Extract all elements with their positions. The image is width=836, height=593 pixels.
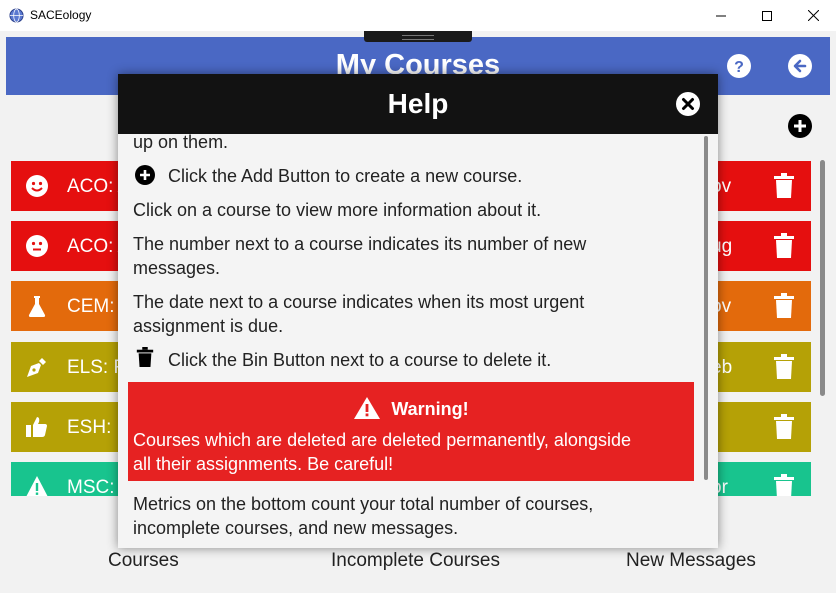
smile-icon: [26, 175, 48, 197]
warning-text: Courses which are deleted are deleted pe…: [133, 428, 688, 476]
bin-icon[interactable]: [773, 414, 795, 440]
warning-title: Warning!: [128, 396, 694, 420]
warning-title-text: Warning!: [391, 399, 469, 419]
course-label: MSC:: [67, 477, 115, 496]
help-text: messages.: [133, 258, 221, 278]
close-help-button[interactable]: [676, 92, 700, 116]
bin-icon[interactable]: [773, 173, 795, 199]
help-text: The number next to a course indicates it…: [133, 234, 587, 254]
bin-icon: [136, 347, 154, 367]
warning-icon: [26, 476, 48, 496]
flask-icon: [28, 296, 46, 317]
help-body[interactable]: up on them. Click the Add Button to crea…: [118, 134, 718, 548]
thumbs-up-icon: [26, 417, 47, 437]
help-title: Help: [387, 88, 449, 119]
warning-icon: [354, 397, 381, 419]
bin-icon[interactable]: [773, 293, 795, 319]
bin-icon[interactable]: [773, 354, 795, 380]
add-icon: [135, 165, 155, 185]
neutral-face-icon: [26, 235, 48, 257]
warning-line: all their assignments. Be careful!: [133, 454, 394, 474]
help-dialog: Help up on them. Click the Add Button to…: [118, 74, 718, 548]
metric-incomplete-label: Incomplete Courses: [331, 550, 500, 571]
help-text: The date next to a course indicates when…: [133, 292, 585, 312]
course-label: CEM:: [67, 296, 115, 317]
warning-box: Warning! Courses which are deleted are d…: [128, 382, 694, 481]
help-text: up on them.: [133, 134, 229, 152]
help-text: Metrics on the bottom count your total n…: [133, 494, 594, 514]
bin-icon[interactable]: [773, 233, 795, 259]
pen-icon: [27, 358, 46, 377]
course-list-scrollbar[interactable]: [820, 160, 825, 396]
metric-new-messages-label: New Messages: [626, 550, 756, 571]
metric-courses-label: Courses: [108, 550, 179, 571]
help-text: assignment is due.: [133, 316, 284, 336]
help-header: Help: [118, 74, 718, 134]
help-bin-text: Click the Bin Button next to a course to…: [168, 350, 552, 370]
bin-icon[interactable]: [773, 474, 795, 496]
warning-line: Courses which are deleted are deleted pe…: [133, 430, 631, 450]
help-text: incomplete courses, and new messages.: [133, 518, 459, 538]
help-add-text: Click the Add Button to create a new cou…: [168, 166, 523, 186]
help-text: Click on a course to view more informati…: [133, 200, 542, 220]
course-label: ELS: F: [67, 357, 126, 378]
help-scrollbar[interactable]: [704, 136, 708, 480]
